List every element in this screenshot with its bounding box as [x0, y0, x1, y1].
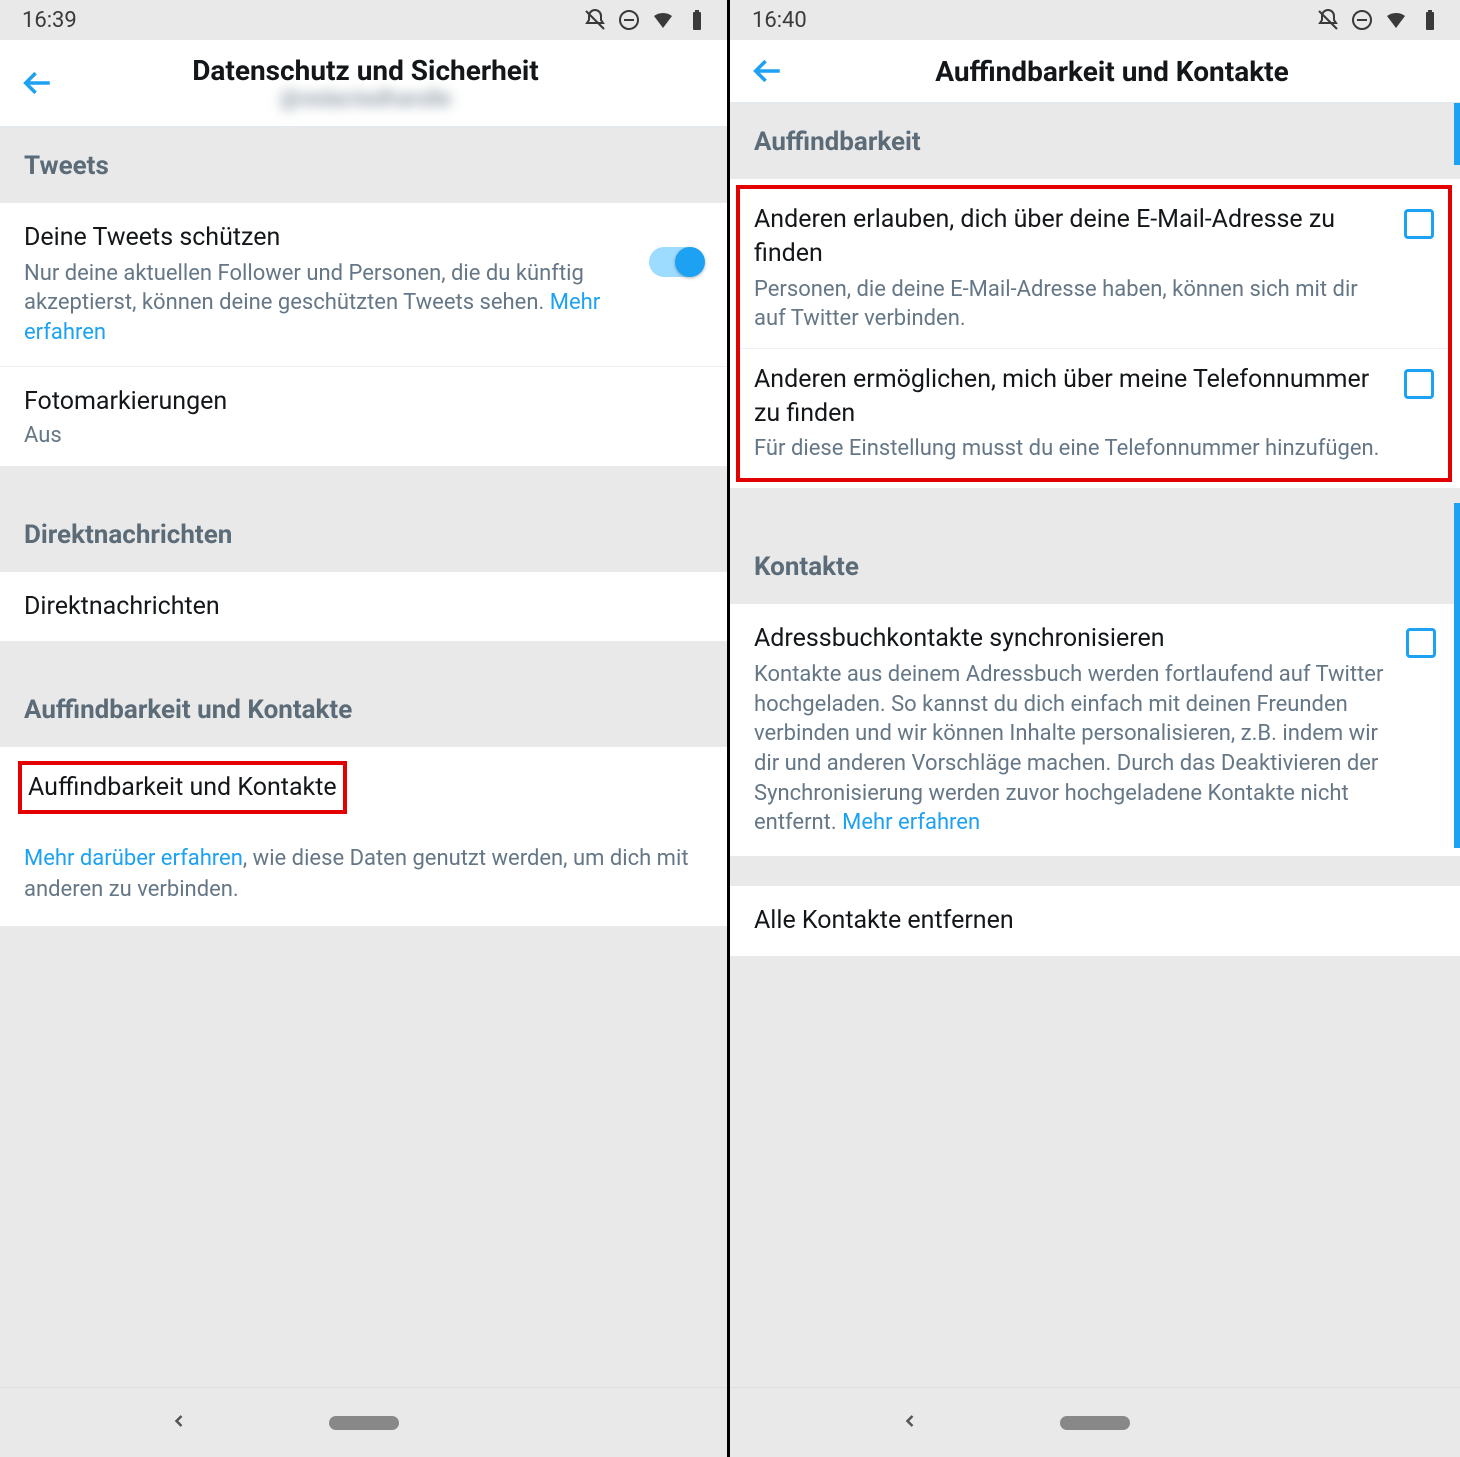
- nav-back-icon[interactable]: [900, 1411, 920, 1435]
- sync-contacts-checkbox[interactable]: [1406, 628, 1436, 658]
- sync-contacts-link[interactable]: Mehr erfahren: [842, 810, 980, 835]
- remove-all-contacts-label: Alle Kontakte entfernen: [754, 904, 1436, 938]
- statusbar: 16:40: [730, 0, 1460, 40]
- statusbar: 16:39: [0, 0, 727, 40]
- section-header-discover: Auffindbarkeit und Kontakte: [0, 671, 727, 747]
- bell-off-icon: [1316, 8, 1340, 32]
- navbar: [0, 1387, 727, 1457]
- appbar: Datenschutz und Sicherheit @redactedhand…: [0, 40, 727, 127]
- find-by-email-checkbox[interactable]: [1404, 209, 1434, 239]
- status-icons: [583, 8, 709, 32]
- phone-right: 16:40 Auffindbarkeit und Kontakte Auffin…: [730, 0, 1460, 1457]
- nav-home-pill[interactable]: [1060, 1416, 1130, 1430]
- bell-off-icon: [583, 8, 607, 32]
- footer-link[interactable]: Mehr darüber erfahren: [24, 846, 243, 871]
- appbar: Auffindbarkeit und Kontakte: [730, 40, 1460, 103]
- wifi-icon: [1384, 8, 1408, 32]
- item-find-by-phone[interactable]: Anderen ermöglichen, mich über meine Tel…: [740, 349, 1448, 478]
- footer-info: Mehr darüber erfahren, wie diese Daten g…: [0, 824, 727, 926]
- scroll-indicator[interactable]: [1454, 103, 1460, 165]
- nav-back-icon[interactable]: [169, 1411, 189, 1435]
- protect-tweets-title: Deine Tweets schützen: [24, 221, 629, 255]
- section-header-tweets: Tweets: [0, 127, 727, 203]
- status-icons: [1316, 8, 1442, 32]
- nav-home-pill[interactable]: [329, 1416, 399, 1430]
- find-by-phone-checkbox[interactable]: [1404, 369, 1434, 399]
- wifi-icon: [651, 8, 675, 32]
- item-discover-highlight: Auffindbarkeit und Kontakte: [18, 761, 347, 814]
- phone-left: 16:39 Datenschutz und Sicherheit @redact…: [0, 0, 730, 1457]
- navbar: [730, 1387, 1460, 1457]
- find-by-email-title: Anderen erlauben, dich über deine E-Mail…: [754, 203, 1384, 271]
- find-by-phone-title: Anderen ermöglichen, mich über meine Tel…: [754, 363, 1384, 431]
- sync-contacts-title: Adressbuchkontakte synchronisieren: [754, 622, 1386, 656]
- battery-icon: [1418, 8, 1442, 32]
- status-time: 16:40: [752, 8, 807, 33]
- scroll-indicator[interactable]: [1454, 503, 1460, 848]
- highlight-discover-options: Anderen erlauben, dich über deine E-Mail…: [736, 185, 1452, 482]
- dnd-icon: [1350, 8, 1374, 32]
- item-find-by-email[interactable]: Anderen erlauben, dich über deine E-Mail…: [740, 189, 1448, 349]
- protect-tweets-desc: Nur deine aktuellen Follower und Persone…: [24, 259, 629, 348]
- section-header-contacts: Kontakte: [730, 528, 1460, 604]
- appbar-subtitle: @redactedhandle: [24, 87, 707, 112]
- appbar-title: Auffindbarkeit und Kontakte: [784, 55, 1440, 88]
- dnd-icon: [617, 8, 641, 32]
- section-header-dm: Direktnachrichten: [0, 496, 727, 572]
- item-protect-tweets[interactable]: Deine Tweets schützen Nur deine aktuelle…: [0, 203, 727, 367]
- back-button[interactable]: [750, 54, 784, 88]
- phototag-value: Aus: [24, 423, 703, 448]
- item-sync-contacts[interactable]: Adressbuchkontakte synchronisieren Konta…: [730, 604, 1460, 856]
- content: Tweets Deine Tweets schützen Nur deine a…: [0, 127, 727, 1387]
- item-dm[interactable]: Direktnachrichten: [0, 572, 727, 642]
- find-by-email-desc: Personen, die deine E-Mail-Adresse haben…: [754, 275, 1384, 334]
- section-header-discoverability: Auffindbarkeit: [730, 103, 1460, 179]
- status-time: 16:39: [22, 8, 77, 33]
- item-remove-all-contacts[interactable]: Alle Kontakte entfernen: [730, 886, 1460, 956]
- appbar-title: Datenschutz und Sicherheit: [24, 54, 707, 87]
- item-discover[interactable]: Auffindbarkeit und Kontakte: [28, 773, 337, 802]
- content: Auffindbarkeit Anderen erlauben, dich üb…: [730, 103, 1460, 1387]
- protect-tweets-toggle[interactable]: [649, 247, 703, 277]
- item-phototag[interactable]: Fotomarkierungen Aus: [0, 367, 727, 466]
- phototag-title: Fotomarkierungen: [24, 385, 703, 419]
- battery-icon: [685, 8, 709, 32]
- protect-tweets-desc-text: Nur deine aktuellen Follower und Persone…: [24, 261, 584, 316]
- find-by-phone-desc: Für diese Einstellung musst du eine Tele…: [754, 434, 1384, 464]
- sync-contacts-desc: Kontakte aus deinem Adressbuch werden fo…: [754, 660, 1386, 838]
- dm-title: Direktnachrichten: [24, 590, 703, 624]
